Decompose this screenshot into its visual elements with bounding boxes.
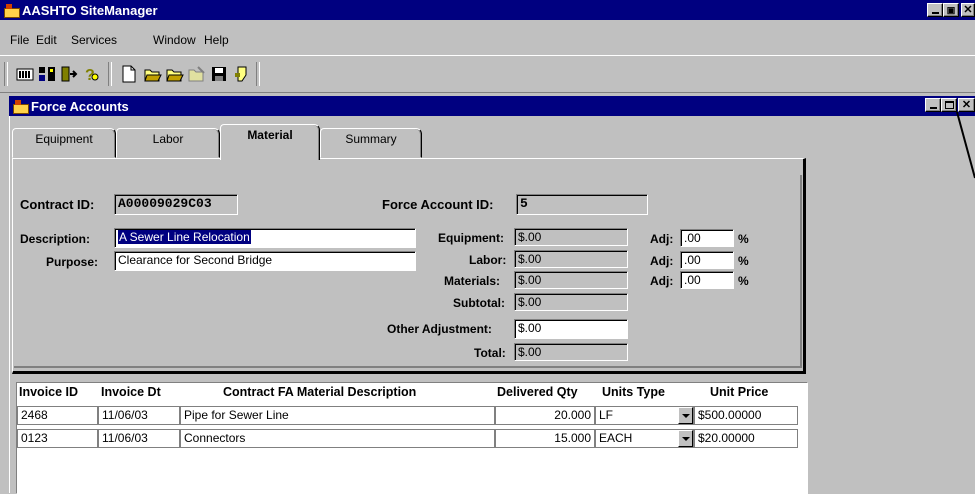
adj-equipment-label: Adj: [650, 232, 674, 246]
description-field[interactable]: A Sewer Line Relocation [114, 228, 416, 248]
total-label: Total: [474, 346, 506, 360]
minimize-icon [931, 12, 939, 14]
tab-labor[interactable]: Labor [116, 128, 220, 158]
cell-description[interactable]: Pipe for Sewer Line [180, 406, 495, 425]
child-minimize-button[interactable] [925, 98, 941, 112]
save-icon[interactable] [210, 65, 228, 83]
tab-equipment[interactable]: Equipment [12, 128, 116, 158]
child-window-title: Force Accounts [31, 98, 129, 114]
menu-help[interactable]: Help [204, 33, 229, 47]
units-type-value: LF [599, 408, 614, 422]
force-account-id-label: Force Account ID: [382, 197, 494, 212]
delete-icon[interactable] [188, 65, 206, 83]
tab-summary[interactable]: Summary [320, 128, 422, 158]
workflow-icon[interactable] [38, 65, 56, 83]
labor-field: $.00 [514, 250, 628, 268]
header-delivered-qty[interactable]: Delivered Qty [497, 385, 578, 399]
exit-icon[interactable] [60, 65, 78, 83]
pointer-line [956, 111, 975, 179]
menu-bar: File Edit Services Window Help [0, 33, 975, 53]
toolbar: ? [0, 55, 975, 93]
maximize-icon [944, 101, 954, 109]
restore-icon: ▣ [946, 5, 956, 15]
materials-label: Materials: [444, 274, 501, 288]
adj-equipment-field[interactable]: .00 [680, 229, 734, 247]
open-folder-icon[interactable] [166, 65, 184, 83]
header-units-type[interactable]: Units Type [602, 385, 665, 399]
total-field: $.00 [514, 343, 628, 361]
cell-invoice-dt[interactable]: 11/06/03 [98, 406, 180, 425]
tab-material[interactable]: Material [220, 124, 320, 160]
help-icon[interactable]: ? [82, 65, 100, 84]
menu-edit[interactable]: Edit [36, 33, 57, 47]
open-icon[interactable] [144, 65, 162, 83]
cell-invoice-id[interactable]: 0123 [17, 429, 98, 448]
units-type-dropdown-button[interactable] [678, 430, 693, 447]
force-accounts-window-icon [12, 99, 29, 114]
cell-description[interactable]: Connectors [180, 429, 495, 448]
header-invoice-dt[interactable]: Invoice Dt [101, 385, 161, 399]
other-adjustment-field[interactable]: $.00 [514, 319, 628, 339]
new-icon[interactable] [120, 65, 138, 83]
sitemanager-logo-icon [3, 3, 20, 18]
material-grid: Invoice ID Invoice Dt Contract FA Materi… [16, 382, 808, 494]
child-window-title-bar: Force Accounts [9, 96, 975, 116]
close-icon: ✕ [963, 4, 973, 16]
description-label: Description: [20, 232, 91, 246]
header-unit-price[interactable]: Unit Price [710, 385, 768, 399]
cell-unit-price[interactable]: $20.00000 [694, 429, 798, 448]
app-minimize-button[interactable] [927, 3, 943, 17]
contract-id-label: Contract ID: [20, 197, 95, 212]
contract-id-field: A00009029C03 [114, 194, 238, 215]
subtotal-field: $.00 [514, 293, 628, 311]
adj-materials-percent: % [738, 274, 749, 288]
cell-delivered-qty[interactable]: 15.000 [495, 429, 595, 448]
purpose-field[interactable]: Clearance for Second Bridge [114, 251, 416, 271]
minimize-icon [929, 107, 937, 109]
force-account-id-field: 5 [516, 194, 648, 215]
units-type-dropdown-button[interactable] [678, 407, 693, 424]
app-title: AASHTO SiteManager [22, 2, 158, 18]
app-title-bar: AASHTO SiteManager [0, 0, 975, 20]
description-value: A Sewer Line Relocation [118, 230, 251, 244]
equipment-label: Equipment: [438, 231, 504, 245]
header-description[interactable]: Contract FA Material Description [223, 385, 416, 399]
close-icon: ✕ [961, 99, 972, 111]
adj-labor-field[interactable]: .00 [680, 251, 734, 269]
labor-label: Labor: [469, 253, 507, 267]
menu-services[interactable]: Services [71, 33, 117, 47]
app-restore-button[interactable]: ▣ [943, 3, 959, 17]
equipment-field: $.00 [514, 228, 628, 246]
subtotal-label: Subtotal: [453, 296, 505, 310]
menu-file[interactable]: File [10, 33, 29, 47]
materials-field: $.00 [514, 271, 628, 289]
other-adjustment-label: Other Adjustment: [387, 322, 492, 336]
reports-icon[interactable] [16, 65, 34, 83]
app-close-button[interactable]: ✕ [961, 3, 975, 17]
adj-materials-field[interactable]: .00 [680, 271, 734, 289]
adj-labor-label: Adj: [650, 254, 674, 268]
services-icon[interactable] [232, 65, 250, 83]
adj-labor-percent: % [738, 254, 749, 268]
purpose-label: Purpose: [46, 255, 99, 269]
cell-unit-price[interactable]: $500.00000 [694, 406, 798, 425]
adj-materials-label: Adj: [650, 274, 674, 288]
menu-window[interactable]: Window [153, 33, 196, 47]
units-type-value: EACH [599, 431, 633, 445]
adj-equipment-percent: % [738, 232, 749, 246]
child-window-border [9, 116, 10, 493]
cell-invoice-id[interactable]: 2468 [17, 406, 98, 425]
cell-delivered-qty[interactable]: 20.000 [495, 406, 595, 425]
cell-invoice-dt[interactable]: 11/06/03 [98, 429, 180, 448]
header-invoice-id[interactable]: Invoice ID [19, 385, 78, 399]
